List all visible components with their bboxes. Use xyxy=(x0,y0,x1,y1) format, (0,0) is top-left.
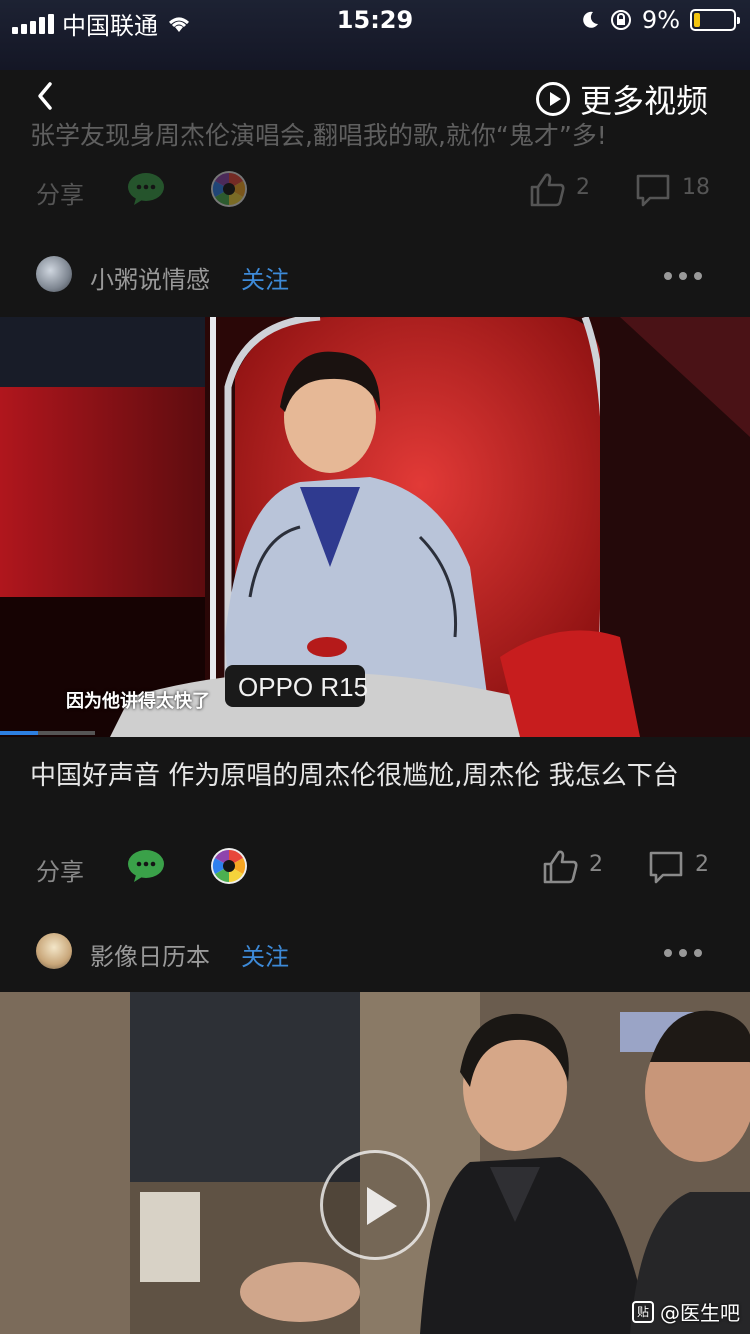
like-icon[interactable] xyxy=(528,171,566,209)
watermark-text: @医生吧 xyxy=(660,1301,740,1325)
video-player[interactable]: OPPO R15 因为他讲得太快了 xyxy=(0,317,750,737)
status-bar: 中国联通 15:29 9% xyxy=(0,0,750,40)
like-count: 2 xyxy=(589,852,603,877)
comment-count: 2 xyxy=(695,852,709,877)
author-name[interactable]: 小粥说情感 xyxy=(90,260,210,295)
comment-count: 18 xyxy=(682,175,710,200)
avatar[interactable] xyxy=(36,256,72,292)
battery-icon xyxy=(690,9,740,31)
moments-share-icon[interactable] xyxy=(210,170,248,208)
wechat-share-icon[interactable] xyxy=(126,848,166,884)
author-row: 影像日历本 关注 xyxy=(0,927,750,977)
more-options-icon[interactable] xyxy=(664,949,702,957)
comment-icon[interactable] xyxy=(634,171,672,209)
author-name[interactable]: 影像日历本 xyxy=(90,937,210,972)
play-button[interactable] xyxy=(320,1150,430,1260)
battery-percent: 9% xyxy=(641,6,680,34)
like-count: 2 xyxy=(576,175,590,200)
wechat-share-icon[interactable] xyxy=(126,171,166,207)
video-frame: OPPO R15 xyxy=(0,317,750,737)
video-progress[interactable] xyxy=(0,731,95,735)
post-title[interactable]: 中国好声音 作为原唱的周杰伦很尴尬,周杰伦 我怎么下台 xyxy=(30,758,720,794)
like-icon[interactable] xyxy=(541,848,579,886)
follow-button[interactable]: 关注 xyxy=(241,260,289,295)
video-thumbnail[interactable]: 贴 @医生吧 xyxy=(0,992,750,1334)
tieba-badge: 贴 xyxy=(632,1300,654,1323)
post-title[interactable]: 张学友现身周杰伦演唱会,翻唱我的歌,就你“鬼才”多! xyxy=(30,116,607,152)
follow-button[interactable]: 关注 xyxy=(241,937,289,972)
moments-share-icon[interactable] xyxy=(210,847,248,885)
share-label: 分享 xyxy=(36,181,84,209)
moon-icon xyxy=(583,11,598,28)
action-bar: 分享 2 2 xyxy=(0,842,750,892)
back-icon[interactable] xyxy=(28,78,64,114)
watermark: 贴 @医生吧 xyxy=(632,1297,740,1326)
play-circle-icon xyxy=(535,82,570,116)
rotation-lock-icon xyxy=(610,10,631,30)
video-brand-text: OPPO R15 xyxy=(238,672,368,702)
more-options-icon[interactable] xyxy=(664,272,702,280)
comment-icon[interactable] xyxy=(647,848,685,886)
avatar[interactable] xyxy=(36,933,72,969)
author-row: 小粥说情感 关注 xyxy=(0,250,750,300)
action-bar: 分享 2 18 xyxy=(0,165,750,215)
video-subtitle: 因为他讲得太快了 xyxy=(66,691,210,712)
share-label: 分享 xyxy=(36,858,84,886)
